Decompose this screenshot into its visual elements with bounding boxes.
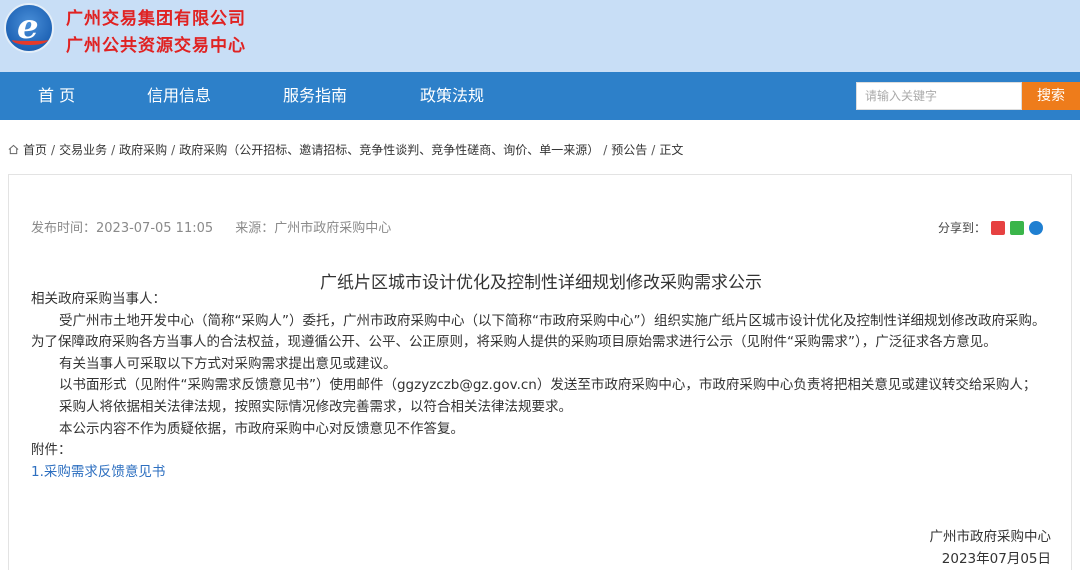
signature: 广州市政府采购中心 2023年07月05日 (930, 527, 1052, 570)
breadcrumb-home[interactable]: 首页 (23, 141, 47, 158)
breadcrumb-separator: / (111, 142, 116, 157)
breadcrumb-trade-business[interactable]: 交易业务 (59, 141, 107, 158)
paragraph: 受广州市土地开发中心（简称“采购人”）委托，广州市政府采购中心（以下简称“市政府… (31, 312, 1046, 351)
e-logo-icon[interactable]: e (4, 3, 54, 53)
paragraph: 以书面形式（见附件“采购需求反馈意见书”）使用邮件（ggzyzczb@gz.go… (59, 377, 1037, 394)
breadcrumb-separator: / (171, 142, 176, 157)
publish-time: 发布时间：2023-07-05 11:05 (31, 221, 214, 236)
breadcrumb-separator: / (603, 142, 608, 157)
nav-item-credit-info[interactable]: 信用信息 (147, 72, 211, 120)
search-button[interactable]: 搜索 (1022, 82, 1080, 110)
attachment-link-feedback-form[interactable]: 1.采购需求反馈意见书 (31, 464, 165, 480)
weibo-icon[interactable] (991, 220, 1005, 235)
paragraph: 本公示内容不作为质疑依据，市政府采购中心对反馈意见不作答复。 (59, 420, 464, 437)
home-icon (8, 144, 19, 155)
nav-item-service-guide[interactable]: 服务指南 (283, 72, 347, 120)
article-meta: 发布时间：2023-07-05 11:05 来源：广州市政府采购中心 (31, 217, 409, 236)
org-name-secondary: 广州公共资源交易中心 (66, 36, 246, 56)
logo-swoosh (12, 35, 48, 45)
signature-org: 广州市政府采购中心 (929, 529, 1052, 545)
breadcrumb-current: 正文 (659, 143, 684, 157)
breadcrumb-separator: / (651, 142, 656, 157)
search-input[interactable] (856, 82, 1022, 110)
nav-item-policy[interactable]: 政策法规 (420, 72, 484, 120)
org-name-primary: 广州交易集团有限公司 (66, 9, 246, 29)
breadcrumb: 首页 / 交易业务 / 政府采购 / 政府采购（公开招标、邀请招标、竞争性谈判、… (8, 141, 683, 158)
article-body: 相关政府采购当事人： 受广州市土地开发中心（简称“采购人”）委托，广州市政府采购… (31, 289, 1053, 483)
salutation: 相关政府采购当事人： (31, 291, 166, 307)
attachment-label: 附件： (31, 442, 72, 459)
nav-item-home[interactable]: 首 页 (38, 72, 75, 120)
paragraph: 有关当事人可采取以下方式对采购需求提出意见或建议。 (59, 355, 397, 372)
qq-icon[interactable] (1029, 220, 1043, 235)
article-container: 发布时间：2023-07-05 11:05 来源：广州市政府采购中心 分享到： … (8, 174, 1072, 570)
breadcrumb-separator: / (51, 142, 56, 157)
signature-date: 2023年07月05日 (941, 550, 1051, 567)
site-header: e 广州交易集团有限公司 广州公共资源交易中心 (0, 0, 1080, 72)
share-bar: 分享到： (938, 219, 1043, 236)
wechat-icon[interactable] (1010, 220, 1024, 235)
share-label: 分享到： (937, 221, 986, 235)
breadcrumb-pre-announcement[interactable]: 预公告 (611, 141, 647, 158)
breadcrumb-gov-procurement[interactable]: 政府采购 (119, 141, 167, 158)
article-source: 来源：广州市政府采购中心 (235, 221, 392, 236)
paragraph: 采购人将依据相关法律法规，按照实际情况修改完善需求，以符合相关法律法规要求。 (59, 398, 572, 415)
breadcrumb-gov-procurement-types[interactable]: 政府采购（公开招标、邀请招标、竞争性谈判、竞争性磋商、询价、单一来源） (179, 141, 599, 158)
